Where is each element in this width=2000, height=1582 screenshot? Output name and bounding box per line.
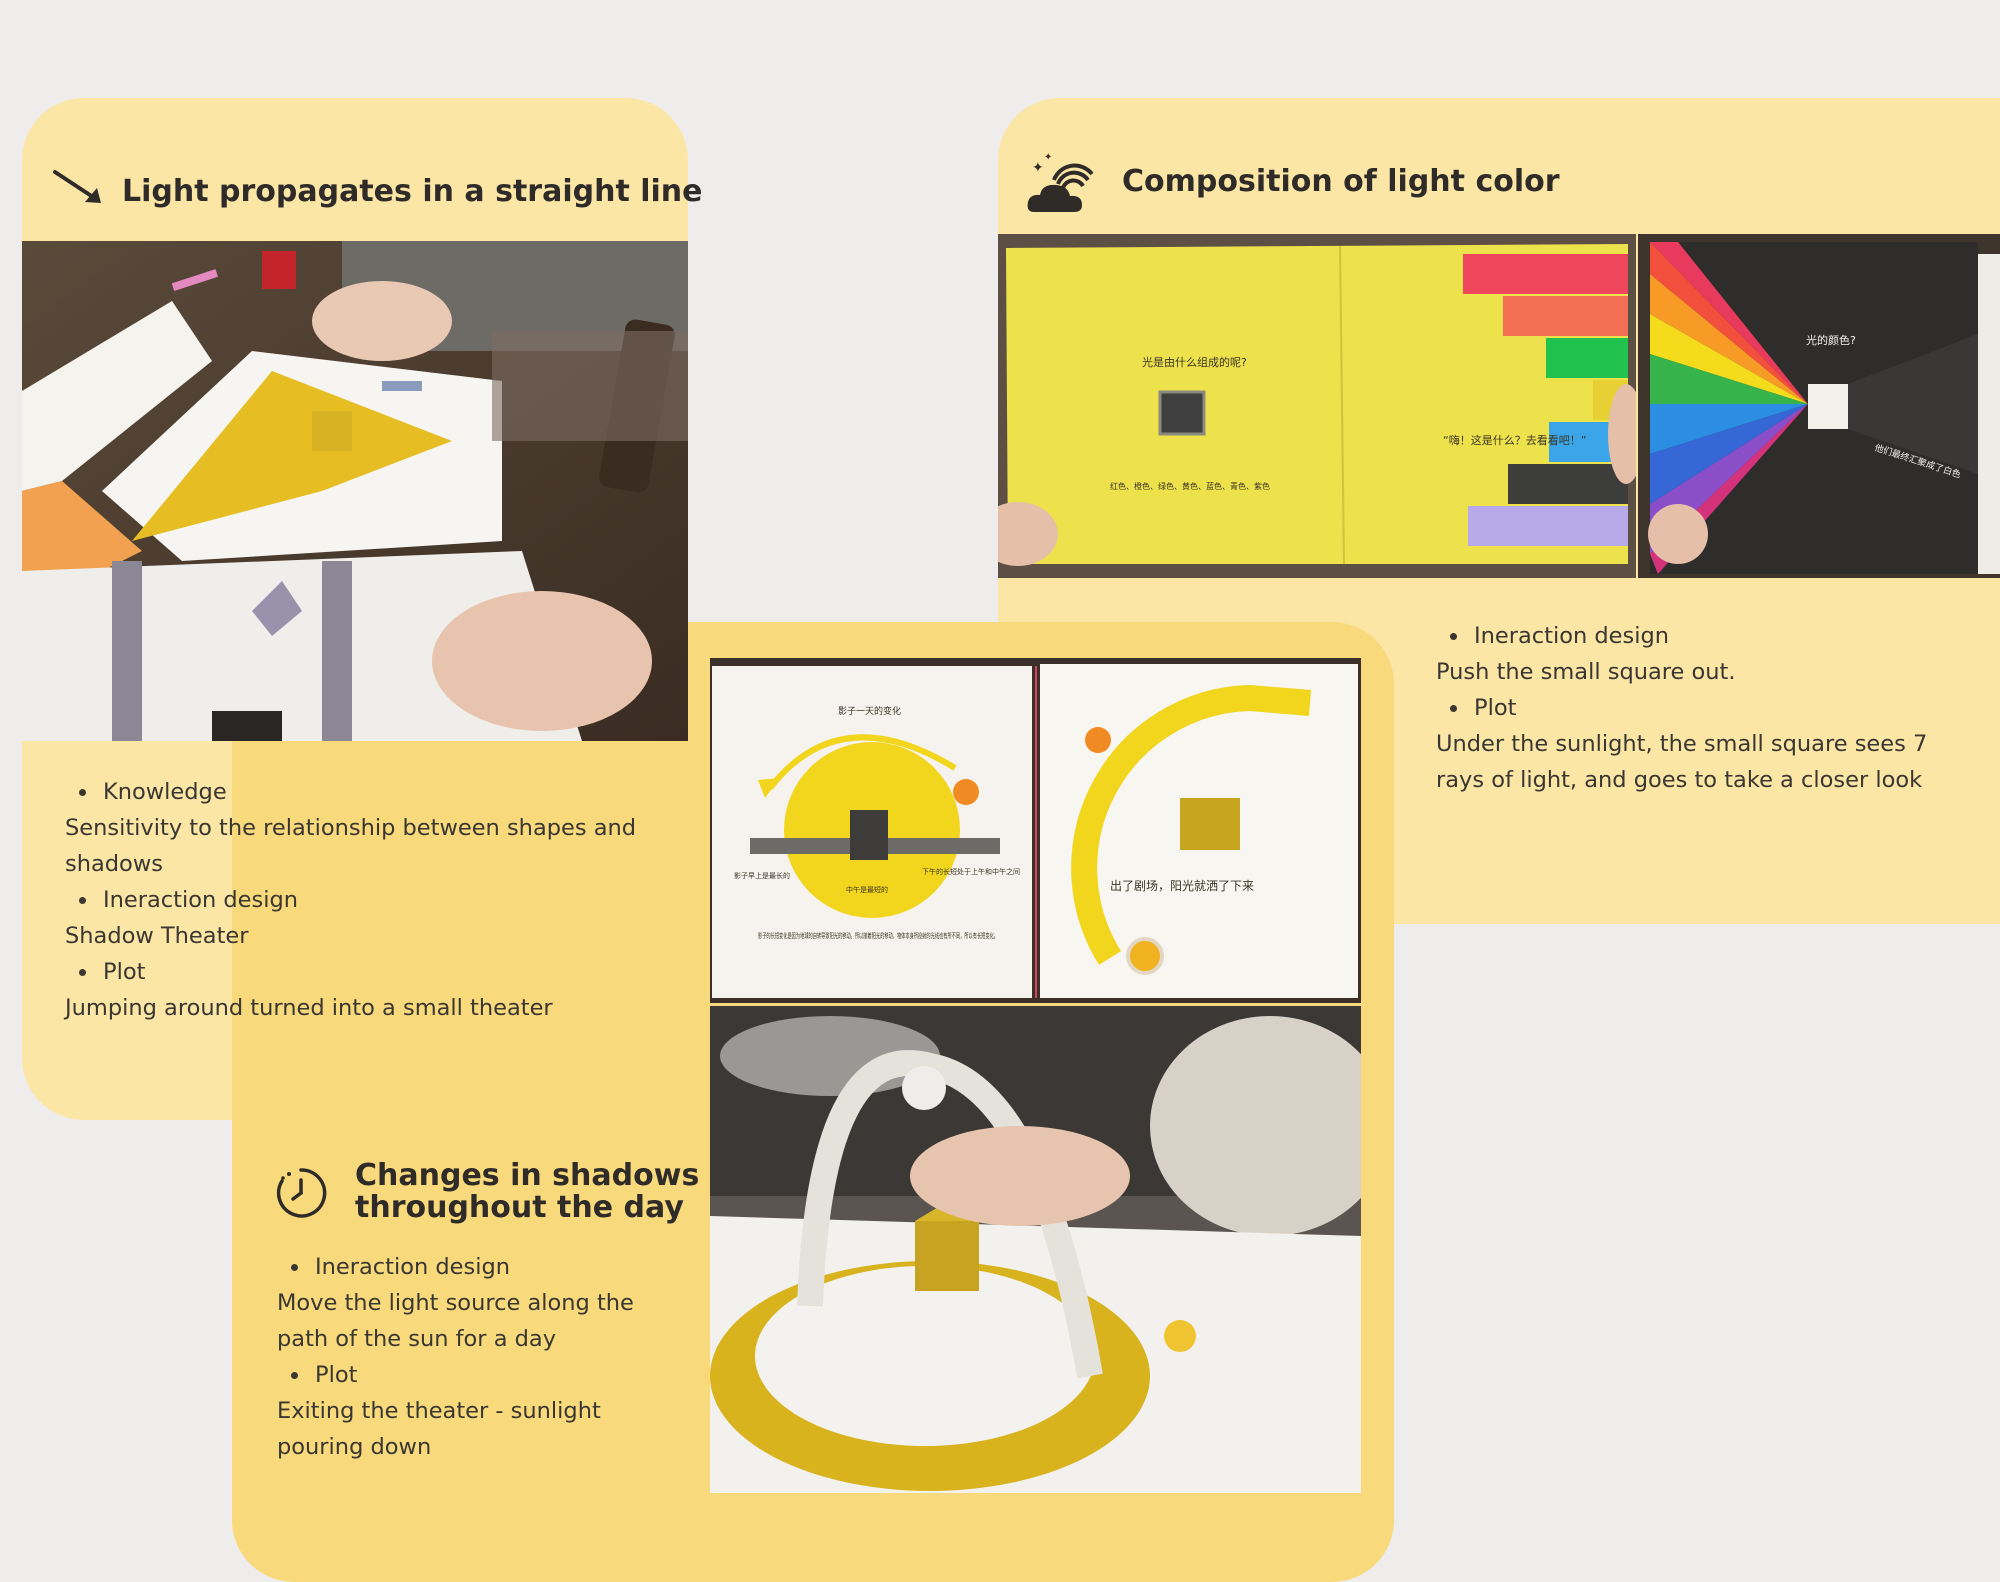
list-item: Ineraction design [1436,618,1936,654]
shadow-changes-list: Ineraction design Move the light source … [277,1249,677,1465]
color-book-left-photo: 光是由什么组成的呢? 红色、橙色、绿色、黄色、蓝色、青色、紫色 “嗨！这是什么？… [998,234,1636,578]
svg-text:✦: ✦ [1044,152,1052,163]
list-item: Plot [277,1357,677,1393]
day-book-left-label: 影子早上是最长的 [734,871,790,880]
day-book-right-caption: 出了剧场，阳光就洒了下来 [1110,879,1254,893]
shadow-changes-title: Changes in shadows throughout the day [355,1160,699,1224]
color-book-right-question: 光的颜色? [1806,333,1856,347]
diagonal-arrow-icon [52,168,106,208]
list-text: Exiting the theater - sunlight pouring d… [277,1398,601,1460]
list-text: Jumping around turned into a small theat… [65,995,553,1021]
light-color-title: Composition of light color [1122,164,1560,199]
list-text: Sensitivity to the relationship between … [65,815,637,877]
list-item: Ineraction design [65,882,665,918]
day-book-body: 影子的长短变化是因为地球的自转导致阳光的移动。所以随着阳光的移动，物体本身所投射… [758,931,998,940]
shadow-changes-title-line1: Changes in shadows [355,1158,700,1193]
list-item: Plot [65,954,665,990]
list-text: Move the light source along the path of … [277,1290,634,1352]
straight-line-title: Light propagates in a straight line [122,174,703,209]
sun-arch-popup-photo [710,1006,1361,1493]
list-item: Plot [1436,690,1936,726]
list-item: Knowledge [65,774,665,810]
color-book-caption: 红色、橙色、绿色、黄色、蓝色、青色、紫色 [1110,481,1270,491]
day-shadow-book-photo: 影子一天的变化 影子早上是最长的 中午是最短的 下午的长短处于上午和中午之间 影… [710,658,1361,1003]
list-text: Push the small square out. [1436,659,1736,685]
day-book-middle-label: 中午是最短的 [846,885,888,894]
color-book-speech: “嗨！这是什么？去看看吧！” [1443,433,1586,447]
list-text: Shadow Theater [65,923,249,949]
day-book-title: 影子一天的变化 [838,705,901,717]
rainbow-cloud-icon: ✦ ✦ [1026,150,1094,216]
shadow-theater-photo [22,241,688,741]
straight-line-list: Knowledge Sensitivity to the relationshi… [65,774,665,1026]
shadow-changes-title-line2: throughout the day [355,1190,684,1225]
list-item: Ineraction design [277,1249,677,1285]
list-text: Under the sunlight, the small square see… [1436,731,1928,793]
day-book-right-label: 下午的长短处于上午和中午之间 [922,867,1020,876]
color-book-right-photo: 光的颜色? 他们最终汇聚成了白色 [1638,234,2000,578]
color-book-question: 光是由什么组成的呢? [1142,355,1247,369]
clock-icon [274,1166,328,1220]
light-color-list: Ineraction design Push the small square … [1436,618,1936,798]
svg-text:✦: ✦ [1032,160,1044,176]
